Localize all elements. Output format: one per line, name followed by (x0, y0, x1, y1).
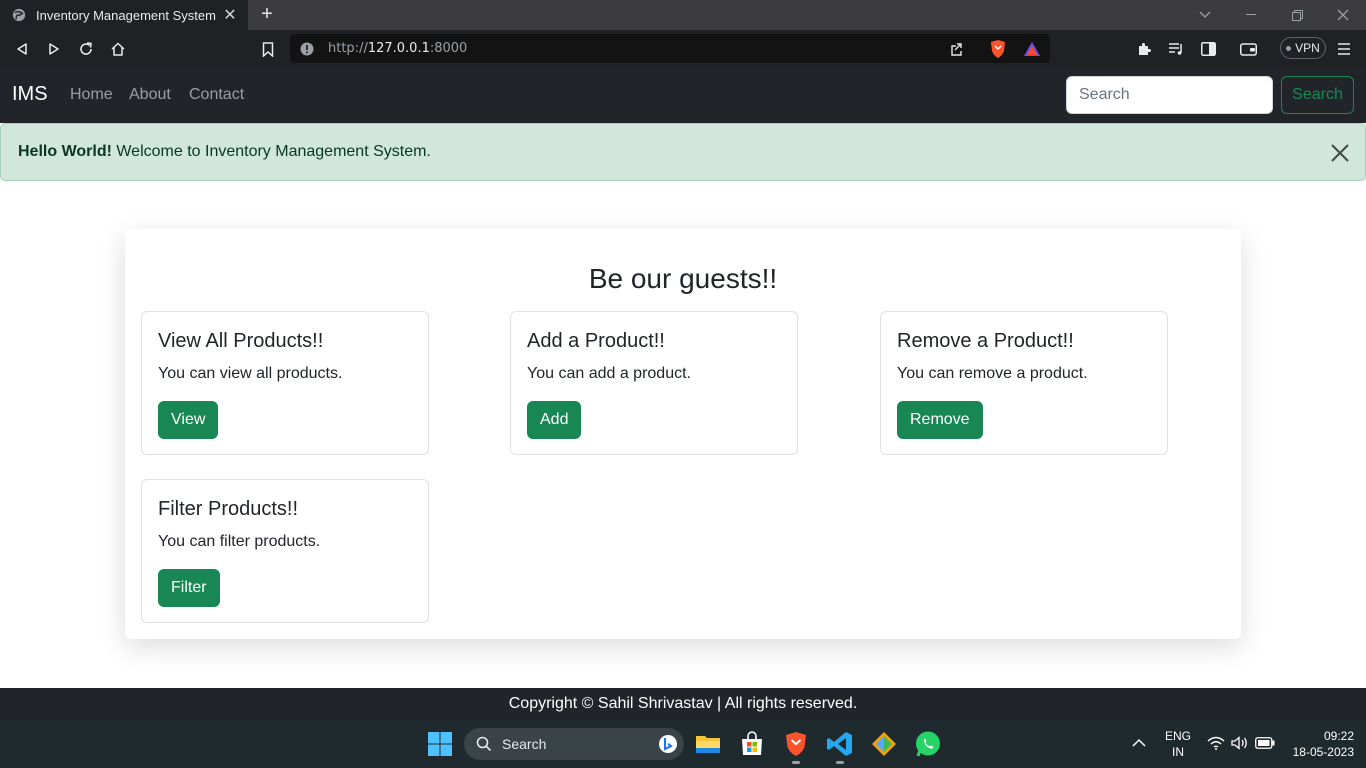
browser-tab-bar: Inventory Management System ✕ + (0, 0, 1366, 30)
url-text: http://127.0.0.1:8000 (328, 41, 468, 56)
vscode-icon[interactable] (826, 730, 854, 758)
card-title: Remove a Product!! (897, 330, 1074, 352)
reload-icon[interactable] (74, 37, 98, 61)
close-tab-icon[interactable]: ✕ (222, 5, 238, 25)
vpn-button[interactable]: VPN (1280, 37, 1326, 59)
browser-toolbar: http://127.0.0.1:8000 VPN (0, 30, 1366, 67)
navbar-brand[interactable]: IMS (12, 83, 48, 106)
page-heading: Be our guests!! (588, 263, 778, 294)
minimize-icon[interactable] (1228, 0, 1274, 30)
actions-panel: Be our guests!! View All Products!! You … (125, 229, 1241, 639)
search-button[interactable]: Search (1281, 76, 1354, 114)
wallet-icon[interactable] (1236, 37, 1260, 61)
close-alert-icon[interactable] (1329, 142, 1351, 164)
search-icon (476, 736, 492, 752)
new-tab-icon[interactable]: + (256, 3, 278, 25)
tab-search-icon[interactable] (1182, 0, 1228, 30)
card-text: You can add a product. (527, 365, 691, 382)
site-navbar: IMS Home About Contact Search (0, 67, 1366, 123)
share-icon[interactable] (946, 37, 970, 61)
view-button[interactable]: View (158, 401, 219, 439)
alert-strong-text: Hello World! (18, 143, 112, 160)
search-input[interactable] (1066, 76, 1273, 114)
welcome-alert: Hello World! Welcome to Inventory Manage… (0, 123, 1366, 181)
card-text: You can view all products. (158, 365, 343, 382)
battery-icon[interactable] (1255, 737, 1275, 749)
menu-icon[interactable] (1332, 37, 1356, 61)
restore-icon[interactable] (1274, 0, 1320, 30)
brave-browser-icon[interactable] (782, 730, 810, 758)
card-title: View All Products!! (158, 330, 324, 352)
nav-link-home[interactable]: Home (70, 86, 113, 104)
vpn-label: VPN (1295, 41, 1320, 55)
clock-date: 18-05-2023 (1292, 745, 1354, 759)
language-indicator[interactable]: ENG IN (1160, 728, 1196, 760)
wifi-icon[interactable] (1207, 736, 1225, 750)
microsoft-store-icon[interactable] (738, 730, 766, 758)
browser-tab[interactable]: Inventory Management System ✕ (0, 0, 248, 30)
card-add-product: Add a Product!! You can add a product. A… (510, 311, 798, 455)
card-filter-products: Filter Products!! You can filter product… (141, 479, 429, 623)
close-window-icon[interactable] (1320, 0, 1366, 30)
language-region: IN (1172, 745, 1184, 759)
os-taskbar: Search ENG IN 09:22 18-05-2023 (0, 720, 1366, 768)
add-button[interactable]: Add (527, 401, 582, 439)
back-icon[interactable] (10, 37, 34, 61)
brave-shields-icon[interactable] (986, 37, 1010, 61)
globe-icon (12, 8, 26, 22)
extensions-icon[interactable] (1132, 37, 1156, 61)
card-view-products: View All Products!! You can view all pro… (141, 311, 429, 455)
card-text: You can remove a product. (897, 365, 1088, 382)
windows-start-icon[interactable] (426, 730, 454, 758)
nav-link-about[interactable]: About (129, 86, 171, 104)
card-remove-product: Remove a Product!! You can remove a prod… (880, 311, 1168, 455)
brave-rewards-icon[interactable] (1020, 37, 1044, 61)
remove-button[interactable]: Remove (897, 401, 983, 439)
whatsapp-icon[interactable] (914, 730, 942, 758)
filter-button[interactable]: Filter (158, 569, 220, 607)
alert-text: Welcome to Inventory Management System. (111, 143, 431, 160)
taskbar-search[interactable]: Search (464, 728, 684, 760)
card-title: Add a Product!! (527, 330, 665, 352)
card-title: Filter Products!! (158, 498, 299, 520)
file-explorer-icon[interactable] (694, 730, 722, 758)
volume-icon[interactable] (1231, 736, 1249, 750)
address-bar[interactable]: http://127.0.0.1:8000 (290, 34, 1050, 63)
site-footer: Copyright © Sahil Shrivastav | All right… (0, 688, 1366, 720)
vpn-status-dot (1286, 45, 1292, 51)
git-tool-icon[interactable] (870, 730, 898, 758)
forward-icon[interactable] (42, 37, 66, 61)
bing-icon[interactable] (658, 734, 678, 754)
tab-title: Inventory Management System (36, 7, 216, 23)
language-code: ENG (1164, 729, 1191, 743)
bookmark-icon[interactable] (256, 37, 280, 61)
tray-chevron-up-icon[interactable] (1132, 738, 1146, 748)
info-icon[interactable] (300, 42, 314, 56)
nav-link-contact[interactable]: Contact (189, 86, 244, 104)
footer-copyright: Copyright © Sahil Shrivastav | All right… (508, 695, 858, 712)
sidebar-icon[interactable] (1196, 37, 1220, 61)
taskbar-search-label: Search (502, 736, 547, 752)
card-text: You can filter products. (158, 533, 321, 550)
media-queue-icon[interactable] (1164, 37, 1188, 61)
brave-running-indicator (792, 761, 800, 764)
clock-time: 09:22 (1323, 729, 1354, 743)
clock[interactable]: 09:22 18-05-2023 (1286, 728, 1354, 760)
home-icon[interactable] (106, 37, 130, 61)
vscode-running-indicator (836, 761, 844, 764)
